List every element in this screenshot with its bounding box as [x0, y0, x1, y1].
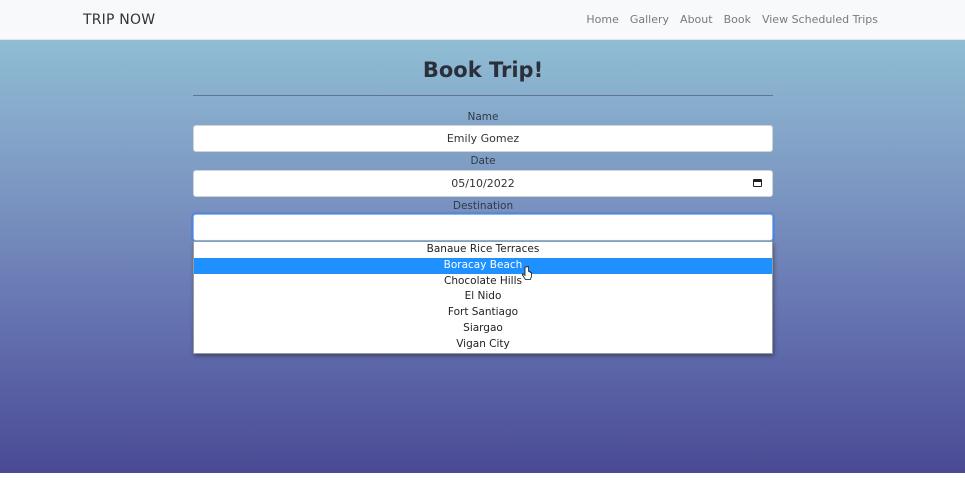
calendar-icon[interactable]: [753, 179, 762, 187]
date-value: 05/10/2022: [451, 177, 515, 190]
destination-label: Destination: [452, 200, 514, 212]
option-fort-santiago[interactable]: Fort Santiago: [194, 305, 772, 321]
page-title: Book Trip!: [422, 58, 544, 82]
nav-links: Home Gallery About Book View Scheduled T…: [586, 13, 878, 26]
title-divider: [193, 95, 773, 96]
nav-link-home[interactable]: Home: [586, 13, 618, 26]
option-el-nido[interactable]: El Nido: [194, 289, 772, 305]
navbar: TRIP NOW Home Gallery About Book View Sc…: [0, 0, 965, 40]
option-siargao[interactable]: Siargao: [194, 321, 772, 337]
date-input[interactable]: 05/10/2022: [193, 170, 773, 197]
option-boracay-beach[interactable]: Boracay Beach: [194, 257, 772, 274]
destination-dropdown-list: Banaue Rice Terraces Boracay Beach Choco…: [193, 241, 773, 354]
option-chocolate-hills[interactable]: Chocolate Hills: [194, 274, 772, 290]
brand-logo[interactable]: TRIP NOW: [83, 12, 155, 28]
date-label: Date: [470, 155, 496, 167]
page-footer-area: [0, 473, 965, 500]
mouse-cursor-icon: [521, 266, 532, 280]
option-banaue-rice-terraces[interactable]: Banaue Rice Terraces: [194, 242, 772, 258]
nav-link-view-scheduled-trips[interactable]: View Scheduled Trips: [762, 13, 878, 26]
nav-link-gallery[interactable]: Gallery: [630, 13, 669, 26]
name-input[interactable]: Emily Gomez: [193, 125, 773, 152]
destination-select[interactable]: [193, 214, 773, 241]
nav-link-about[interactable]: About: [680, 13, 713, 26]
name-label: Name: [467, 111, 499, 123]
option-vigan-city[interactable]: Vigan City: [194, 337, 772, 353]
nav-link-book[interactable]: Book: [724, 13, 751, 26]
